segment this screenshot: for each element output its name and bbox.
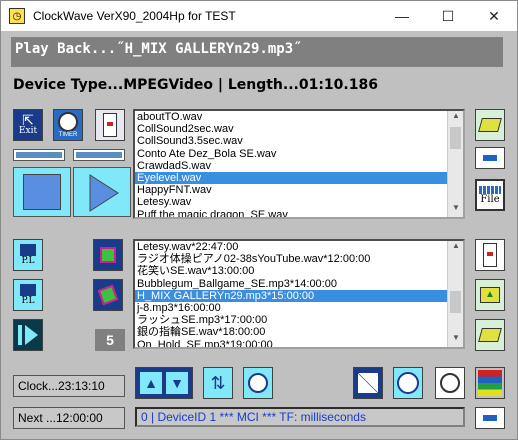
stopwatch-icon (440, 373, 460, 393)
color-button[interactable] (475, 367, 505, 399)
list-item-selected[interactable]: H_MIX GALLERYn29.mp3*15:00:00 (135, 289, 461, 302)
list-item[interactable]: On_Hold_SE.mp3*19:00:00 (135, 339, 461, 348)
minus-icon (483, 415, 497, 421)
maximize-button[interactable]: ☐ (425, 1, 471, 31)
playlist-label-2: P.L (21, 296, 35, 306)
playback-display: Play Back...˝H_MIX GALLERYn29.mp3˝ (11, 37, 503, 67)
timer-label: TIMER (58, 132, 78, 138)
app-window: ◷ ClockWave VerX90_2004Hp for TEST — ☐ ✕… (0, 0, 518, 440)
schedule-timer-button[interactable] (243, 367, 273, 399)
minus-icon (483, 155, 497, 161)
stopwatch-button[interactable] (435, 367, 465, 399)
list-item[interactable]: 銀の指輪SE.wav*18:00:00 (135, 326, 461, 338)
list-item[interactable]: HappyFNT.wav (135, 184, 461, 196)
right-slider[interactable] (73, 149, 125, 161)
list-item[interactable]: CollSound2sec.wav (135, 123, 461, 135)
playlist-button-2[interactable]: P.L (13, 279, 43, 311)
close-button[interactable]: ✕ (471, 1, 517, 31)
folder-open-icon (478, 328, 502, 342)
list-item[interactable]: ラッシュSE.mp3*17:00:00 (135, 314, 461, 326)
list-item[interactable]: Puff the magic dragon_SE.wav (135, 209, 461, 218)
title-bar: ◷ ClockWave VerX90_2004Hp for TEST — ☐ ✕ (1, 1, 517, 31)
schedule-list[interactable]: Letesy.wav*22:47:00 ラジオ体操ピアノ02-38sYouTub… (133, 239, 465, 349)
minimize-panel-button[interactable] (475, 407, 505, 429)
list-item[interactable]: CollSound3.5sec.wav (135, 135, 461, 147)
graph-icon (358, 373, 378, 393)
file-list[interactable]: aboutTO.wav CollSound2sec.wav CollSound3… (133, 109, 465, 219)
list-item[interactable]: Bubblegum_Ballgame_SE.mp3*14:00:00 (135, 278, 461, 290)
window-title: ClockWave VerX90_2004Hp for TEST (33, 9, 236, 23)
exit-icon: ⇱ (22, 112, 34, 128)
device-button[interactable] (95, 109, 125, 141)
playlist-label-1: P.L (21, 256, 35, 266)
color-bars-icon (478, 370, 502, 396)
scroll-down-icon[interactable]: ▼ (448, 333, 463, 347)
scroll-up-icon[interactable]: ▲ (448, 111, 463, 125)
add-file-button[interactable] (475, 109, 505, 141)
scroll-down-icon[interactable]: ▼ (448, 203, 463, 217)
list-item[interactable]: Letesy.wav (135, 196, 461, 208)
minimize-button[interactable]: — (379, 1, 425, 31)
exit-button[interactable]: ⇱ Exit (13, 109, 43, 141)
exit-label: Exit (18, 126, 38, 136)
mci-status: 0 | DeviceID 1 *** MCI *** TF: milliseco… (135, 407, 465, 427)
list-item[interactable]: Letesy.wav*22:47:00 (135, 241, 461, 253)
file-button[interactable]: File (475, 179, 505, 211)
list-item-selected[interactable]: Eyelevel.wav (135, 171, 461, 185)
stopwatch-icon (248, 373, 268, 393)
next-display: Next ...12:00:00 (13, 407, 125, 429)
clock-display: Clock...23:13:10 (13, 375, 125, 397)
list-item[interactable]: aboutTO.wav (135, 111, 461, 123)
edit-button[interactable] (93, 279, 123, 311)
clock-icon (397, 372, 419, 394)
move-buttons[interactable]: ▲ ▼ (135, 367, 193, 399)
insert-button[interactable] (93, 239, 123, 271)
schedule-list-scrollbar[interactable]: ▲ ▼ (447, 241, 463, 347)
clock-settings-button[interactable] (393, 367, 423, 399)
graph-button[interactable] (353, 367, 383, 399)
folder-edit-icon (478, 118, 502, 132)
skip-icon (18, 325, 38, 345)
list-item[interactable]: Conto Ate Dez_Bola SE.wav (135, 148, 461, 160)
list-item[interactable]: ラジオ体操ピアノ02-38sYouTube.wav*12:00:00 (135, 253, 461, 265)
upload-button[interactable]: ▲ (475, 279, 505, 311)
sort-button[interactable]: ⇅ (203, 367, 233, 399)
play-button[interactable] (73, 167, 131, 217)
skip-button[interactable] (13, 319, 43, 351)
folder-up-icon: ▲ (480, 287, 500, 303)
list-item[interactable]: 花笑いSE.wav*13:00:00 (135, 265, 461, 277)
playlist-icon (20, 284, 36, 296)
keyboard-icon (479, 185, 501, 194)
insert-icon (100, 247, 116, 263)
list-item[interactable]: j-8.mp3*16:00:00 (135, 302, 461, 314)
scroll-up-icon[interactable]: ▲ (448, 241, 463, 255)
device-info: Device Type...MPEGVideo | Length...01:10… (13, 77, 378, 93)
device-settings-button[interactable] (475, 239, 505, 271)
file-label: File (480, 193, 500, 205)
play-icon (89, 174, 119, 212)
stop-icon (23, 174, 61, 210)
device-icon (103, 113, 117, 137)
device-icon (483, 243, 497, 267)
remove-button[interactable] (475, 147, 505, 169)
timer-button[interactable]: TIMER (53, 109, 83, 141)
count-box: 5 (95, 329, 125, 351)
move-down-icon[interactable]: ▼ (166, 372, 188, 394)
app-icon: ◷ (9, 8, 25, 24)
open-folder-button[interactable] (475, 319, 505, 351)
file-list-scrollbar[interactable]: ▲ ▼ (447, 111, 463, 217)
playlist-icon (20, 244, 36, 256)
move-up-icon[interactable]: ▲ (140, 372, 162, 394)
list-item[interactable]: CrawdadS.wav (135, 160, 461, 172)
clock-icon (58, 112, 78, 132)
left-slider[interactable] (13, 149, 65, 161)
stop-button[interactable] (13, 167, 71, 217)
sort-icon: ⇅ (210, 372, 226, 393)
edit-icon (97, 284, 119, 306)
playlist-button-1[interactable]: P.L (13, 239, 43, 271)
